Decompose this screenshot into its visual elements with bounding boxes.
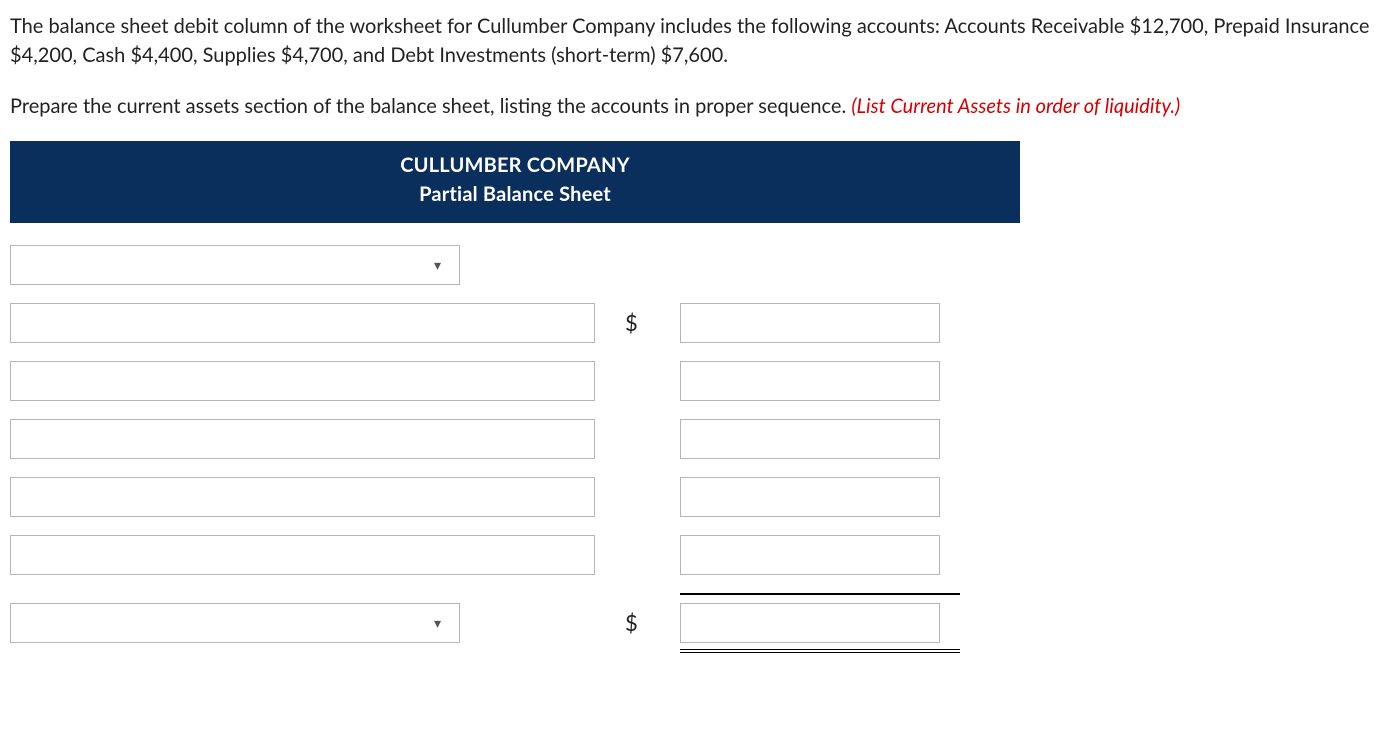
amount-input-5[interactable] — [680, 535, 940, 575]
partial-balance-sheet: CULLUMBER COMPANY Partial Balance Sheet … — [10, 141, 1020, 653]
section-heading-select[interactable]: ▾ — [10, 245, 460, 285]
account-input-4[interactable] — [10, 477, 595, 517]
double-underline — [680, 647, 960, 653]
amount-input-2[interactable] — [680, 361, 940, 401]
amount-input-1[interactable] — [680, 303, 940, 343]
account-input-5[interactable] — [10, 535, 595, 575]
amount-input-4[interactable] — [680, 477, 940, 517]
amount-input-3[interactable] — [680, 419, 940, 459]
currency-symbol-1: $ — [595, 307, 680, 339]
total-amount-input[interactable] — [680, 603, 940, 643]
account-input-1[interactable] — [10, 303, 595, 343]
sheet-subtitle: Partial Balance Sheet — [16, 180, 1014, 209]
company-name: CULLUMBER COMPANY — [16, 151, 1014, 180]
chevron-down-icon: ▾ — [434, 613, 441, 633]
account-input-3[interactable] — [10, 419, 595, 459]
currency-symbol-total: $ — [595, 607, 680, 639]
instruction-text: Prepare the current assets section of th… — [10, 94, 851, 118]
instruction-hint: (List Current Assets in order of liquidi… — [851, 94, 1180, 118]
total-label-select[interactable]: ▾ — [10, 603, 460, 643]
chevron-down-icon: ▾ — [434, 255, 441, 275]
sheet-header: CULLUMBER COMPANY Partial Balance Sheet — [10, 141, 1020, 223]
instruction-line: Prepare the current assets section of th… — [10, 92, 1374, 121]
total-amount-cell — [680, 593, 960, 653]
question-paragraph: The balance sheet debit column of the wo… — [10, 12, 1374, 70]
account-input-2[interactable] — [10, 361, 595, 401]
